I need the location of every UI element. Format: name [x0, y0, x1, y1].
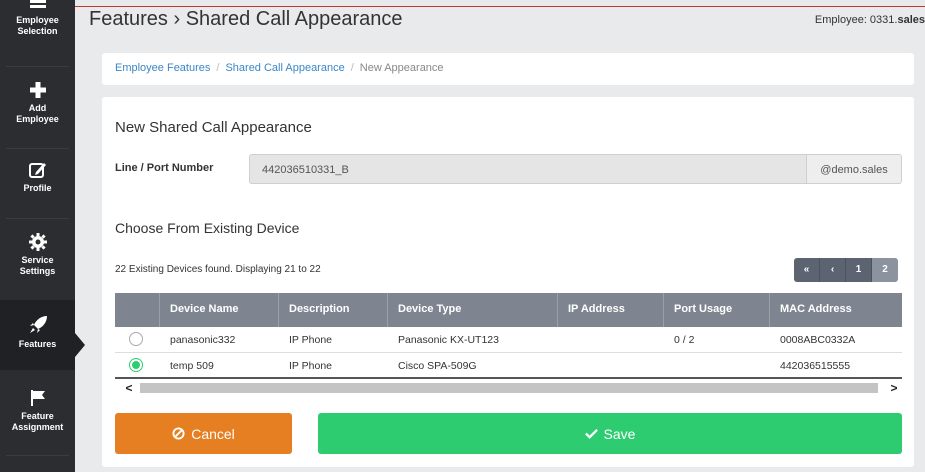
sidebar-item-profile[interactable]: Profile — [0, 160, 75, 210]
pagination: « ‹ 1 2 — [794, 258, 898, 282]
plus-icon — [29, 82, 46, 98]
domain-addon: @demo.sales — [806, 154, 902, 184]
column-header-device-type[interactable]: Device Type — [388, 293, 558, 327]
save-button-label: Save — [603, 425, 636, 442]
column-header-ip-address[interactable]: IP Address — [558, 293, 664, 327]
pager-page-2[interactable]: 2 — [872, 258, 898, 282]
form-title: New Shared Call Appearance — [115, 119, 312, 136]
devices-title: Choose From Existing Device — [115, 220, 300, 236]
device-radio-selected[interactable] — [129, 358, 143, 372]
column-header-select — [115, 293, 160, 327]
edit-icon — [28, 163, 46, 178]
column-header-description[interactable]: Description — [279, 293, 388, 327]
sidebar-item-features[interactable]: Features — [0, 300, 75, 370]
breadcrumb-link-shared-call-appearance[interactable]: Shared Call Appearance — [225, 62, 344, 74]
cell-device-type: Panasonic KX-UT123 — [398, 334, 499, 346]
line-port-input[interactable]: 442036510331_B — [249, 154, 806, 184]
cancel-button[interactable]: Cancel — [115, 413, 292, 454]
sidebar-item-employee-selection[interactable]: Employee Selection — [0, 0, 75, 58]
cell-description: IP Phone — [289, 334, 333, 346]
pager-first-button[interactable]: « — [794, 258, 820, 282]
header-accent-line — [75, 6, 925, 7]
pager-page-1[interactable]: 1 — [846, 258, 872, 282]
devices-table: Device Name Description Device Type IP A… — [115, 293, 902, 379]
page-title: Features › Shared Call Appearance — [89, 8, 403, 30]
sidebar-item-label: Profile — [23, 183, 52, 193]
line-port-label: Line / Port Number — [115, 162, 214, 174]
sidebar-item-label: Add Employee — [16, 103, 59, 124]
sidebar-item-label: Employee Selection — [16, 15, 59, 36]
employee-indicator: Employee: 0331.sales — [814, 14, 925, 26]
column-header-mac-address[interactable]: MAC Address — [770, 293, 902, 327]
column-header-device-name[interactable]: Device Name — [160, 293, 279, 327]
sidebar-item-add-employee[interactable]: Add Employee — [0, 80, 75, 140]
pager-prev-button[interactable]: ‹ — [820, 258, 846, 282]
breadcrumb-current: New Appearance — [359, 62, 444, 74]
cell-ip-address — [558, 353, 664, 377]
save-button[interactable]: Save — [318, 413, 902, 454]
table-header: Device Name Description Device Type IP A… — [115, 293, 902, 327]
cancel-button-label: Cancel — [191, 425, 235, 442]
sidebar-item-service-settings[interactable]: Service Settings — [0, 232, 75, 292]
cell-description: IP Phone — [289, 360, 333, 372]
cell-mac-address: 0008ABC0332A — [780, 334, 856, 346]
sidebar-item-label: Feature Assignment — [11, 411, 64, 432]
check-icon — [584, 428, 598, 439]
cell-device-name: panasonic332 — [170, 334, 236, 346]
column-header-port-usage[interactable]: Port Usage — [664, 293, 770, 327]
scroll-right-button[interactable]: > — [886, 380, 902, 396]
cell-port-usage: 0 / 2 — [674, 334, 695, 346]
cell-device-type: Cisco SPA-509G — [398, 360, 477, 372]
cell-port-usage — [664, 353, 770, 377]
cell-device-name: temp 509 — [170, 360, 214, 372]
table-row[interactable]: panasonic332 IP Phone Panasonic KX-UT123… — [115, 327, 902, 353]
sidebar-item-label: Service Settings — [19, 255, 56, 276]
gear-icon — [28, 233, 47, 251]
flag-icon — [30, 390, 45, 406]
rocket-icon — [29, 316, 47, 333]
table-row[interactable]: temp 509 IP Phone Cisco SPA-509G 4420365… — [115, 353, 902, 379]
breadcrumb-link-employee-features[interactable]: Employee Features — [115, 62, 210, 74]
list-icon — [29, 0, 46, 8]
devices-found-text: 22 Existing Devices found. Displaying 21… — [115, 264, 321, 275]
ban-icon — [172, 427, 185, 440]
scrollbar-thumb[interactable] — [140, 383, 878, 393]
main-panel: New Shared Call Appearance Line / Port N… — [102, 97, 914, 467]
device-radio[interactable] — [129, 332, 143, 346]
scroll-left-button[interactable]: < — [121, 380, 137, 396]
sidebar: Employee Selection Add Employee Profile … — [0, 0, 85, 472]
breadcrumb: Employee Features / Shared Call Appearance… — [102, 53, 914, 85]
sidebar-item-feature-assignment[interactable]: Feature Assignment — [0, 388, 75, 448]
cell-mac-address: 442036515555 — [780, 360, 851, 372]
cell-ip-address — [558, 327, 664, 352]
sidebar-item-label: Features — [18, 339, 57, 349]
table-horizontal-scrollbar[interactable]: < > — [115, 380, 902, 396]
